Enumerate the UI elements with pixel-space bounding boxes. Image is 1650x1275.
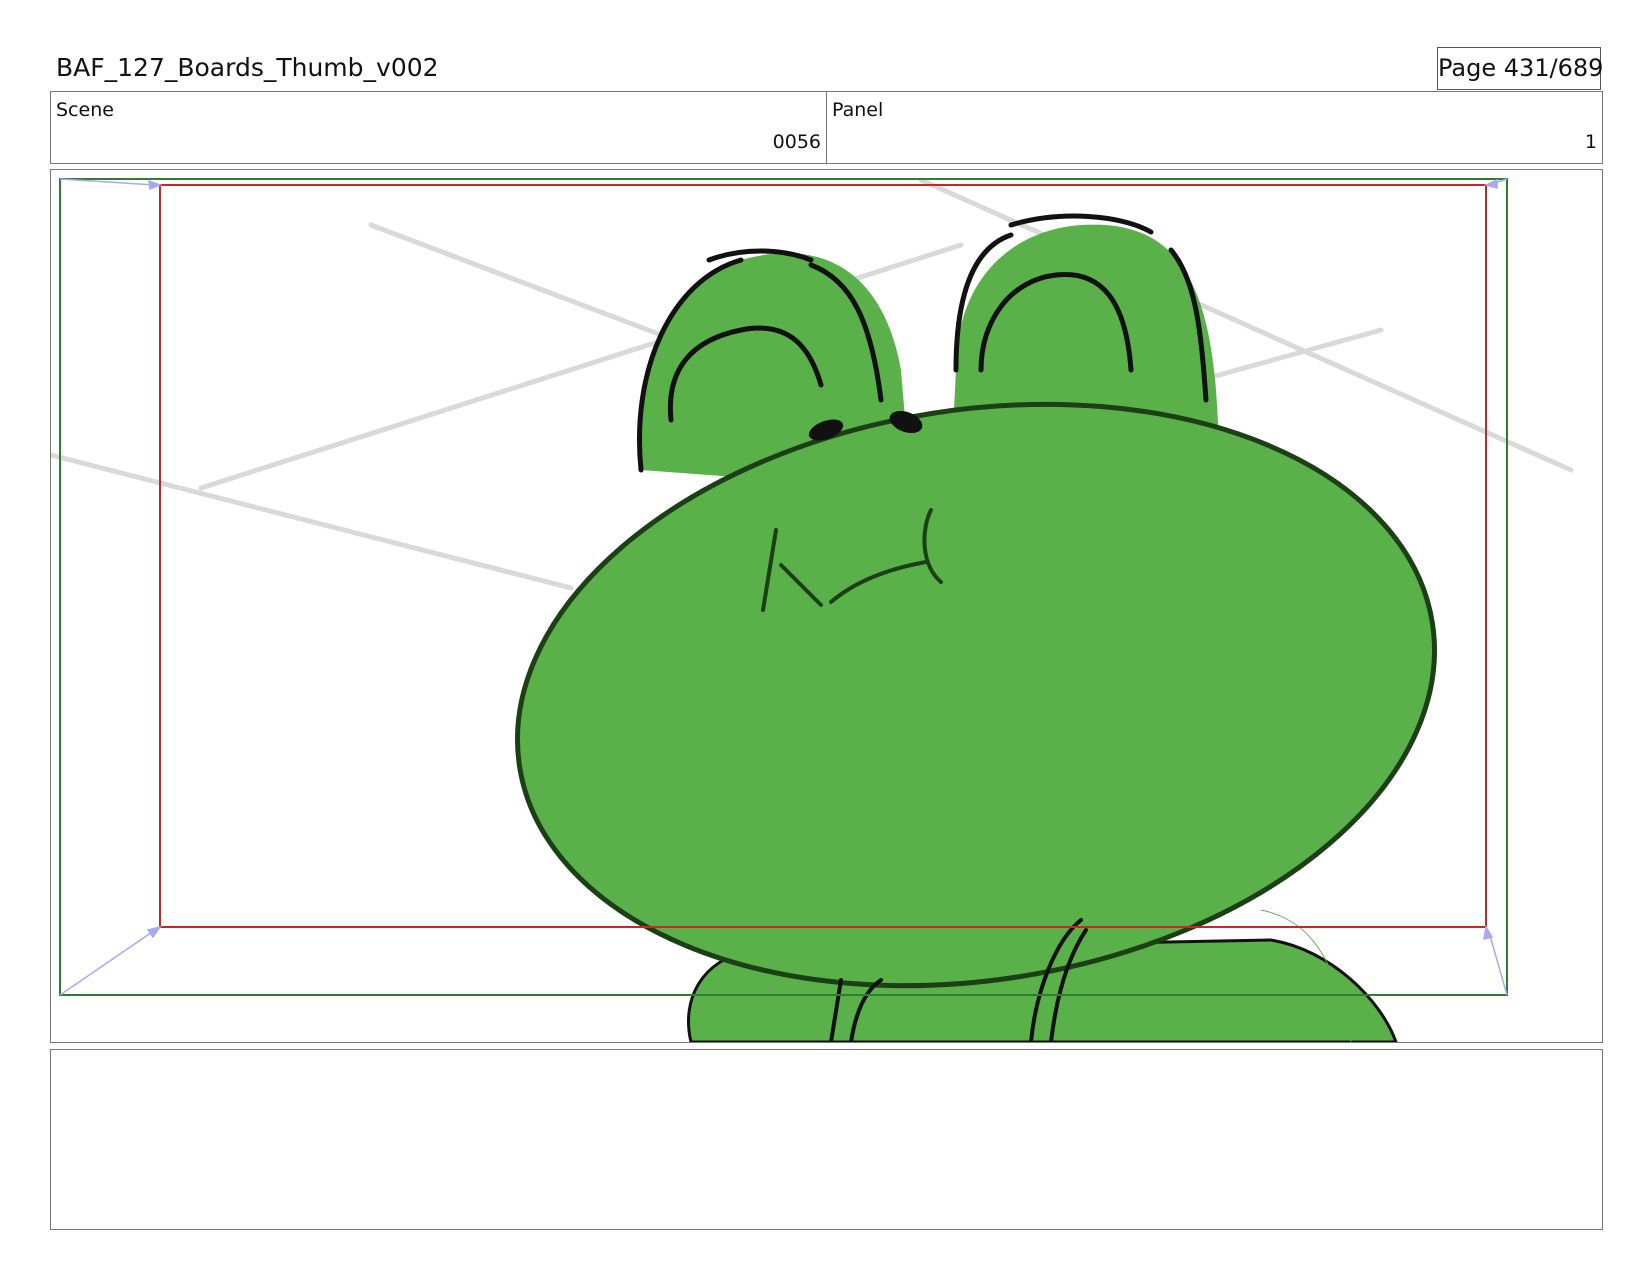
scene-label: Scene <box>56 99 114 121</box>
panel-number: 1 <box>1584 131 1597 153</box>
panel-notes-area[interactable] <box>50 1049 1603 1230</box>
storyboard-drawing <box>51 177 1574 1042</box>
panel-label: Panel <box>832 99 884 121</box>
panel-cell: Panel 1 <box>827 92 1602 163</box>
document-title: BAF_127_Boards_Thumb_v002 <box>56 53 439 82</box>
scene-cell: Scene 0056 <box>51 92 827 163</box>
scene-panel-header: Scene 0056 Panel 1 <box>50 91 1603 164</box>
page-number: Page 431/689 <box>1437 47 1603 90</box>
frog-character <box>515 213 1437 1042</box>
storyboard-frame <box>50 169 1603 1043</box>
frog-head <box>515 401 1437 989</box>
scene-number: 0056 <box>772 131 821 153</box>
